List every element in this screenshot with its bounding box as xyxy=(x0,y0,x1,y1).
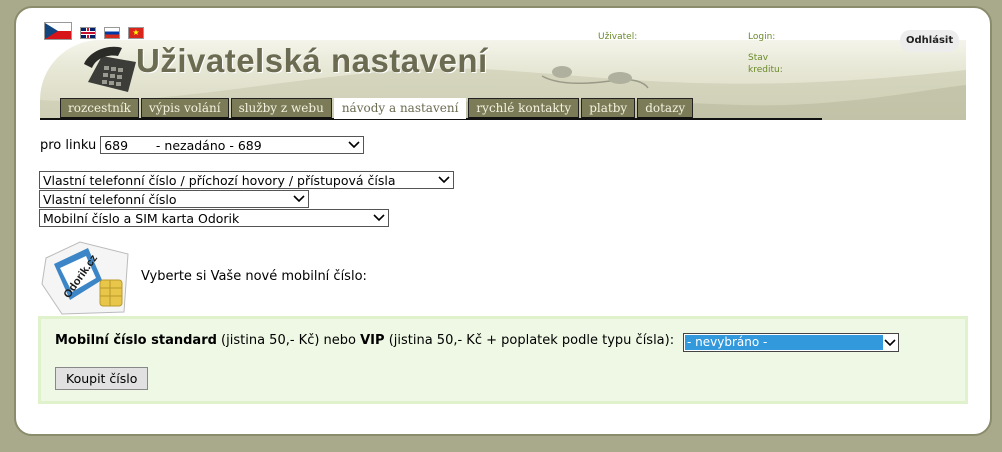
czech-flag-icon[interactable] xyxy=(44,22,72,40)
odorik-sim-logo: Odorik.cz xyxy=(41,241,129,315)
category-select-3-value: Mobilní číslo a SIM karta Odorik xyxy=(43,210,240,226)
desk-phone-icon xyxy=(84,46,136,92)
tab-vypis-volani[interactable]: výpis volání xyxy=(140,98,229,119)
line-selector-row: pro linku 689 - nezadáno - 689 xyxy=(40,136,365,154)
category-select-3[interactable]: Mobilní číslo a SIM karta Odorik xyxy=(39,209,389,227)
chevron-down-icon xyxy=(438,176,450,184)
tab-rychle-kontakty[interactable]: rychlé kontakty xyxy=(468,98,580,119)
standard-price-text: (jistina 50,- Kč) nebo xyxy=(216,333,361,348)
vietnam-flag-icon[interactable]: ★ xyxy=(128,26,144,39)
line-label: pro linku xyxy=(40,137,97,153)
tab-navody-a-nastaveni[interactable]: návody a nastavení xyxy=(333,98,467,119)
tab-rozcestnik[interactable]: rozcestník xyxy=(60,98,139,119)
purchase-panel: Mobilní číslo standard (jistina 50,- Kč)… xyxy=(38,316,968,404)
choose-number-prompt: Vyberte si Vaše nové mobilní číslo: xyxy=(141,269,367,284)
main-tabs: rozcestník výpis volání služby z webu ná… xyxy=(60,98,694,119)
standard-label: Mobilní číslo standard xyxy=(55,333,217,348)
handset-icon xyxy=(541,66,649,89)
vip-price-text: (jistina 50,- Kč + poplatek podle typu č… xyxy=(384,333,679,348)
tab-dotazy[interactable]: dotazy xyxy=(637,98,694,119)
credit-label: Stav kreditu: xyxy=(748,53,783,75)
number-select[interactable]: - nevybráno - xyxy=(683,333,899,352)
user-label: Uživatel: xyxy=(598,32,638,42)
uk-flag-icon[interactable] xyxy=(80,26,96,39)
buy-number-button[interactable]: Koupit číslo xyxy=(55,367,149,390)
language-flags: ★ xyxy=(44,22,144,40)
line-select-value: 689 - nezadáno - 689 xyxy=(104,137,262,153)
login-label: Login: xyxy=(748,32,776,42)
tab-platby[interactable]: platby xyxy=(581,98,636,119)
category-select-2[interactable]: Vlastní telefonní číslo xyxy=(39,190,309,208)
russia-flag-icon[interactable] xyxy=(104,26,120,39)
chevron-down-icon xyxy=(348,141,360,149)
chevron-down-icon xyxy=(293,195,305,203)
line-select[interactable]: 689 - nezadáno - 689 xyxy=(100,136,365,154)
purchase-description: Mobilní číslo standard (jistina 50,- Kč)… xyxy=(55,333,678,348)
category-select-1[interactable]: Vlastní telefonní číslo / příchozí hovor… xyxy=(39,171,454,189)
chevron-down-icon xyxy=(373,214,385,222)
logout-button[interactable]: Odhlásit xyxy=(900,30,960,52)
category-select-1-value: Vlastní telefonní číslo / příchozí hovor… xyxy=(43,172,396,188)
number-select-value: - nevybráno - xyxy=(685,335,883,350)
category-select-2-value: Vlastní telefonní číslo xyxy=(43,191,177,207)
chevron-down-icon xyxy=(884,338,896,346)
vip-label: VIP xyxy=(360,333,385,348)
page-title: Uživatelská nastavení xyxy=(136,42,488,79)
tab-sluzby-z-webu[interactable]: služby z webu xyxy=(230,98,332,119)
